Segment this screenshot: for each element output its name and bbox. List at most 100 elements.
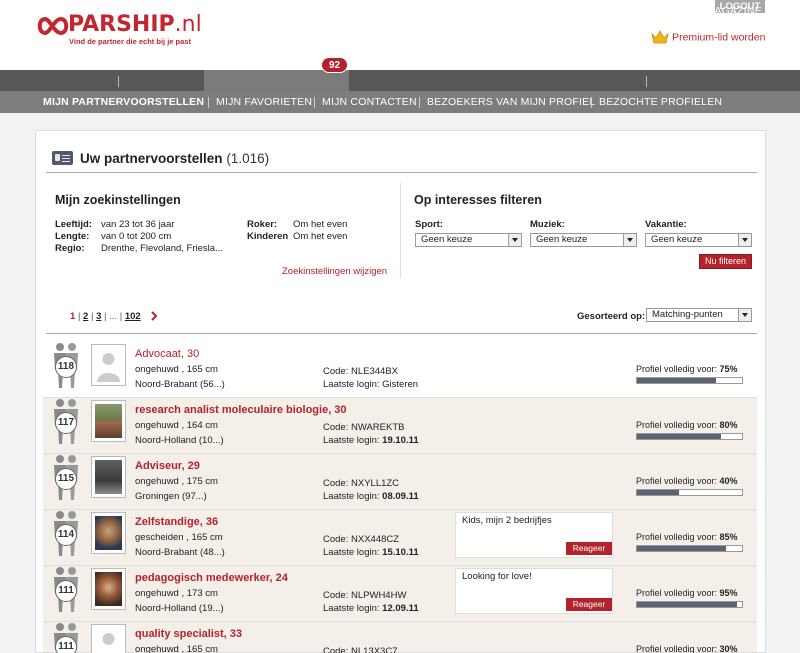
- profile-photo[interactable]: [91, 456, 126, 498]
- profile-complete-fill: [637, 378, 716, 383]
- music-label: Muziek:: [530, 219, 565, 230]
- profile-photo[interactable]: [91, 344, 126, 386]
- nav-item-partnervoorstellen[interactable]: PARTNERVOORSTELLEN: [212, 0, 344, 21]
- profile-code: Code: NLE344BX: [323, 366, 399, 377]
- profile-code: Code: NXYLL1ZC: [323, 478, 400, 489]
- profile-last-login: Laatste login: 08.09.11: [323, 491, 419, 502]
- sort-select[interactable]: Matching-punten: [646, 308, 752, 322]
- music-select[interactable]: Geen keuze: [530, 233, 637, 247]
- table-row[interactable]: 115 Adviseur, 29 ongehuwd , 175 cm Groninge…: [43, 454, 757, 510]
- subnav-item-mijn-partnervoorstellen[interactable]: MIJN PARTNERVOORSTELLEN: [43, 91, 204, 113]
- profile-photo[interactable]: [91, 512, 126, 554]
- matching-score: 118: [55, 356, 77, 378]
- crown-icon: [651, 30, 669, 44]
- matching-score: 117: [55, 412, 77, 434]
- nav-item-over-parship[interactable]: OVER PARSHIP: [566, 0, 646, 21]
- profile-last-login: Laatste login: 12.09.11: [323, 603, 419, 614]
- sort-label: Gesorteerd op:: [577, 311, 646, 322]
- profile-complete-label: Profiel volledig voor: 95%: [636, 588, 738, 598]
- vacation-label: Vakantie:: [645, 219, 687, 230]
- profile-complete-fill: [637, 546, 726, 551]
- profile-photo[interactable]: [91, 624, 126, 653]
- profile-status: ongehuwd , 165 cm: [135, 364, 218, 375]
- page-link[interactable]: 2: [83, 311, 88, 322]
- vacation-select[interactable]: Geen keuze: [645, 233, 752, 247]
- age-value: van 23 tot 36 jaar: [101, 219, 175, 230]
- profile-photo[interactable]: [91, 400, 126, 442]
- chevron-right-icon[interactable]: [150, 311, 158, 321]
- profile-region: Noord-Brabant (56...): [135, 379, 225, 390]
- profile-complete-fill: [637, 434, 721, 439]
- sort-select-value: Matching-punten: [652, 309, 723, 320]
- nav-separator: [646, 76, 647, 87]
- premium-link[interactable]: Premium-lid worden: [651, 30, 765, 48]
- profile-title-link[interactable]: Zelfstandige, 36: [135, 516, 218, 528]
- table-row[interactable]: 118 Advocaat, 30 ongehuwd , 165 cm Noord-Br…: [43, 342, 757, 398]
- chevron-down-icon: [623, 234, 636, 246]
- chevron-down-icon: [508, 234, 521, 246]
- subnav-item-mijn-favorieten[interactable]: MIJN FAVORIETEN: [216, 91, 312, 113]
- profile-complete-label: Profiel volledig voor: 30%: [636, 644, 738, 653]
- profile-complete-label: Profiel volledig voor: 40%: [636, 476, 738, 486]
- profile-title-link[interactable]: pedagogisch medewerker, 24: [135, 572, 288, 584]
- subnav-separator: [208, 97, 209, 108]
- page-link-last[interactable]: 102: [125, 311, 141, 322]
- nav-separator: [118, 76, 119, 87]
- logo-tagline: Vind de partner die echt bij je past: [69, 37, 191, 46]
- notification-badge: 92: [321, 57, 348, 73]
- profile-title-link[interactable]: Adviseur, 29: [135, 460, 200, 472]
- subnav-item-bezochte-profielen[interactable]: BEZOCHTE PROFIELEN: [599, 91, 722, 113]
- children-label: Kinderen: [247, 231, 289, 242]
- profile-last-login: Laatste login: 19.10.11: [323, 435, 419, 446]
- profile-title-link[interactable]: research analist moleculaire biologie, 3…: [135, 404, 347, 416]
- page-current[interactable]: 1: [70, 311, 75, 322]
- profile-title-link[interactable]: Advocaat, 30: [135, 348, 199, 360]
- table-row[interactable]: 111 quality specialist, 33 ongehuwd , 165 …: [43, 622, 757, 653]
- subnav-item-mijn-contacten[interactable]: MIJN CONTACTEN: [322, 91, 417, 113]
- profile-status: ongehuwd , 165 cm: [135, 644, 218, 653]
- table-row[interactable]: 114 Zelfstandige, 36 gescheiden , 165 cm No…: [43, 510, 757, 566]
- edit-search-link[interactable]: Zoekinstellingen wijzigen: [282, 266, 387, 277]
- height-value: van 0 tot 200 cm: [101, 231, 172, 242]
- nav-item-mijn-parship[interactable]: MIJN PARSHIP: [126, 0, 201, 21]
- profile-title-link[interactable]: quality specialist, 33: [135, 628, 242, 640]
- profile-last-login: Laatste login: 15.10.11: [323, 547, 419, 558]
- subnav-separator: [419, 97, 420, 108]
- page-link[interactable]: 3: [96, 311, 101, 322]
- matching-score: 111: [55, 636, 77, 653]
- nav-item-parship-magazine[interactable]: PARSHIP-MAGAZINE: [655, 0, 762, 21]
- profile-region: Noord-Brabant (48...): [135, 547, 225, 558]
- profile-code: Code: NXX448CZ: [323, 534, 400, 545]
- reply-button[interactable]: Reageer: [566, 542, 612, 555]
- subnav-item-bezoekers[interactable]: BEZOEKERS VAN MIJN PROFIEL: [427, 91, 595, 113]
- profile-status: ongehuwd , 175 cm: [135, 476, 218, 487]
- profile-complete-bar: [636, 545, 743, 552]
- sport-label: Sport:: [415, 219, 443, 230]
- matching-score: 111: [55, 580, 77, 602]
- page-title: Uw partnervoorstellen (1.016): [80, 151, 270, 166]
- profile-complete-bar: [636, 433, 743, 440]
- apply-filter-button[interactable]: Nu filteren: [699, 254, 752, 269]
- page-ellipsis: ...: [109, 311, 118, 322]
- matching-score: 114: [55, 524, 77, 546]
- nav-active-highlight: [204, 70, 349, 91]
- premium-label: Premium-lid worden: [672, 31, 766, 44]
- reply-button[interactable]: Reageer: [566, 598, 612, 611]
- profile-complete-bar: [636, 377, 743, 384]
- profile-photo[interactable]: [91, 568, 126, 610]
- age-label: Leeftijd:: [55, 219, 92, 230]
- nav-item-beginpagina[interactable]: BEGINPAGINA: [43, 0, 117, 21]
- children-value: Om het even: [293, 231, 348, 242]
- table-row[interactable]: 111 pedagogisch medewerker, 24 ongehuwd , …: [43, 566, 757, 622]
- smoker-label: Roker:: [247, 219, 278, 230]
- nav-item-berichten[interactable]: BERICHTEN: [356, 0, 418, 21]
- profile-status: gescheiden , 165 cm: [135, 532, 223, 543]
- subnav-separator: [314, 97, 315, 108]
- sport-select-value: Geen keuze: [421, 234, 473, 245]
- profile-status: ongehuwd , 164 cm: [135, 420, 218, 431]
- profile-code: Code: NL13X3C7: [323, 646, 398, 653]
- sport-select[interactable]: Geen keuze: [415, 233, 522, 247]
- matching-score: 115: [55, 468, 77, 490]
- profile-complete-bar: [636, 489, 743, 496]
- table-row[interactable]: 117 research analist moleculaire biologie…: [43, 398, 757, 454]
